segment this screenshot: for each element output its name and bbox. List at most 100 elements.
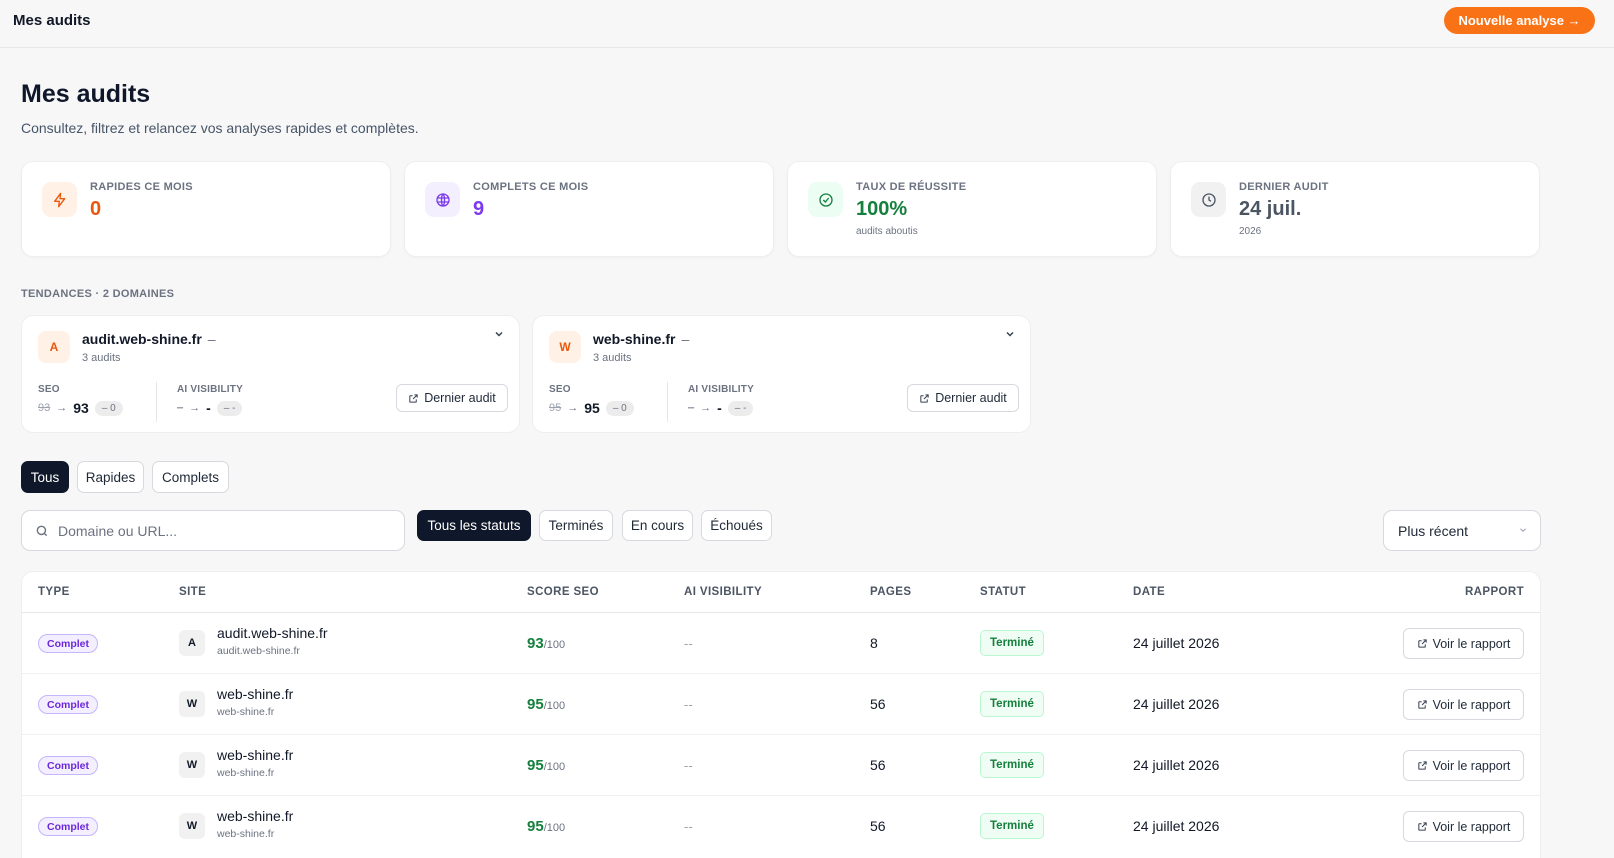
type-badge: Complet bbox=[38, 817, 98, 836]
table-row: Complet W web-shine.fr web-shine.fr 95/1… bbox=[22, 735, 1540, 796]
column-header: RAPPORT bbox=[1464, 586, 1524, 598]
ai-visibility-label: AI VISIBILITY bbox=[177, 384, 243, 395]
external-link-icon bbox=[409, 393, 418, 403]
status-badge: Terminé bbox=[980, 691, 1044, 717]
stat-value: 9 bbox=[473, 198, 485, 220]
ai-visibility-trend: – → - – - bbox=[688, 400, 754, 416]
check-circle-icon bbox=[808, 182, 843, 217]
seo-score: 95/100 bbox=[527, 696, 566, 713]
ai-visibility-value: -- bbox=[684, 758, 693, 773]
view-report-button[interactable]: Voir le rapport bbox=[1403, 628, 1524, 659]
status-badge: Terminé bbox=[980, 630, 1044, 656]
last-audit-button[interactable]: Dernier audit bbox=[396, 384, 508, 412]
column-header: SITE bbox=[179, 586, 207, 598]
sort-select[interactable]: Plus récent bbox=[1383, 510, 1541, 551]
audit-date: 24 juillet 2026 bbox=[1133, 696, 1220, 712]
site-avatar: A bbox=[179, 630, 205, 656]
trend-audit-count: 3 audits bbox=[82, 352, 121, 364]
trend-card: W web-shine.fr – 3 audits SEO 95 → 95– 0 AI… bbox=[532, 315, 1031, 433]
site-name: web-shine.fr bbox=[217, 747, 294, 763]
page-title: Mes audits bbox=[21, 80, 151, 108]
external-link-icon bbox=[1417, 761, 1427, 770]
search-input[interactable] bbox=[58, 522, 378, 539]
site-url: web-shine.fr bbox=[217, 828, 275, 840]
external-link-icon bbox=[1417, 822, 1427, 831]
ai-visibility-value: -- bbox=[684, 697, 693, 712]
view-report-button[interactable]: Voir le rapport bbox=[1403, 811, 1524, 842]
table-row: Complet W web-shine.fr web-shine.fr 95/1… bbox=[22, 674, 1540, 735]
site-avatar: W bbox=[179, 813, 205, 839]
clock-icon bbox=[1191, 182, 1226, 217]
column-header: SCORE SEO bbox=[527, 586, 599, 598]
stat-note: audits aboutis bbox=[856, 226, 918, 237]
filter-failed[interactable]: Échoués bbox=[701, 510, 772, 541]
column-header: PAGES bbox=[870, 586, 912, 598]
pages-count: 56 bbox=[870, 757, 886, 773]
external-link-icon bbox=[1417, 700, 1427, 709]
chevron-down-icon[interactable] bbox=[493, 328, 505, 343]
ai-visibility-trend: – → - – - bbox=[177, 400, 243, 416]
view-report-button[interactable]: Voir le rapport bbox=[1403, 750, 1524, 781]
top-bar: Mes audits Nouvelle analyse → bbox=[0, 0, 1614, 48]
stat-value: 0 bbox=[90, 198, 102, 220]
app-title: Mes audits bbox=[13, 12, 91, 29]
page-subtitle: Consultez, filtrez et relancez vos analy… bbox=[21, 120, 419, 136]
seo-score: 95/100 bbox=[527, 818, 566, 835]
trend-domain: web-shine.fr – bbox=[593, 331, 690, 347]
seo-trend: 95 → 95– 0 bbox=[549, 400, 634, 416]
table-row: Complet W web-shine.fr web-shine.fr 95/1… bbox=[22, 796, 1540, 857]
stat-value: 24 juil. bbox=[1239, 198, 1302, 220]
site-name: web-shine.fr bbox=[217, 686, 294, 702]
chevron-down-icon[interactable] bbox=[1004, 328, 1016, 343]
site-url: web-shine.fr bbox=[217, 767, 275, 779]
stat-card-success-rate: TAUX DE RÉUSSITE 100% audits aboutis bbox=[787, 161, 1157, 257]
stat-value: 100% bbox=[856, 198, 908, 220]
stat-label: RAPIDES CE MOIS bbox=[90, 181, 193, 193]
seo-label: SEO bbox=[38, 384, 60, 395]
site-name: web-shine.fr bbox=[217, 808, 294, 824]
tab-quick[interactable]: Rapides bbox=[77, 461, 144, 493]
audit-date: 24 juillet 2026 bbox=[1133, 818, 1220, 834]
status-badge: Terminé bbox=[980, 813, 1044, 839]
search-box[interactable] bbox=[21, 510, 405, 551]
stat-note: 2026 bbox=[1239, 226, 1262, 237]
type-badge: Complet bbox=[38, 634, 98, 653]
pages-count: 56 bbox=[870, 818, 886, 834]
pages-count: 56 bbox=[870, 696, 886, 712]
stat-label: DERNIER AUDIT bbox=[1239, 181, 1329, 193]
seo-label: SEO bbox=[549, 384, 571, 395]
filter-all-statuses[interactable]: Tous les statuts bbox=[417, 510, 531, 541]
external-link-icon bbox=[1417, 639, 1427, 648]
ai-visibility-label: AI VISIBILITY bbox=[688, 384, 754, 395]
pages-count: 8 bbox=[870, 635, 878, 651]
new-analysis-button[interactable]: Nouvelle analyse → bbox=[1444, 7, 1595, 34]
tab-complete[interactable]: Complets bbox=[152, 461, 229, 493]
site-avatar: W bbox=[179, 691, 205, 717]
stat-label: TAUX DE RÉUSSITE bbox=[856, 181, 967, 193]
seo-trend: 93 → 93– 0 bbox=[38, 400, 123, 416]
column-header: AI VISIBILITY bbox=[684, 586, 763, 598]
view-report-button[interactable]: Voir le rapport bbox=[1403, 689, 1524, 720]
ai-visibility-value: -- bbox=[684, 819, 693, 834]
site-url: audit.web-shine.fr bbox=[217, 645, 300, 657]
ai-visibility-value: -- bbox=[684, 636, 693, 651]
external-link-icon bbox=[920, 393, 929, 403]
bolt-icon bbox=[42, 182, 77, 217]
last-audit-button[interactable]: Dernier audit bbox=[907, 384, 1019, 412]
filter-in-progress[interactable]: En cours bbox=[622, 510, 693, 541]
tab-all[interactable]: Tous bbox=[21, 461, 69, 493]
filter-completed[interactable]: Terminés bbox=[539, 510, 613, 541]
audit-date: 24 juillet 2026 bbox=[1133, 635, 1220, 651]
sort-value: Plus récent bbox=[1398, 522, 1469, 539]
site-url: web-shine.fr bbox=[217, 706, 275, 718]
domain-avatar: A bbox=[38, 331, 70, 363]
trend-audit-count: 3 audits bbox=[593, 352, 632, 364]
column-header: STATUT bbox=[980, 586, 1027, 598]
audits-table: TYPE SITE SCORE SEO AI VISIBILITY PAGES … bbox=[21, 571, 1541, 858]
column-header: TYPE bbox=[38, 586, 70, 598]
type-badge: Complet bbox=[38, 756, 98, 775]
site-name: audit.web-shine.fr bbox=[217, 625, 328, 641]
stat-label: COMPLETS CE MOIS bbox=[473, 181, 589, 193]
audit-date: 24 juillet 2026 bbox=[1133, 757, 1220, 773]
trend-card: A audit.web-shine.fr – 3 audits SEO 93 → 93… bbox=[21, 315, 520, 433]
